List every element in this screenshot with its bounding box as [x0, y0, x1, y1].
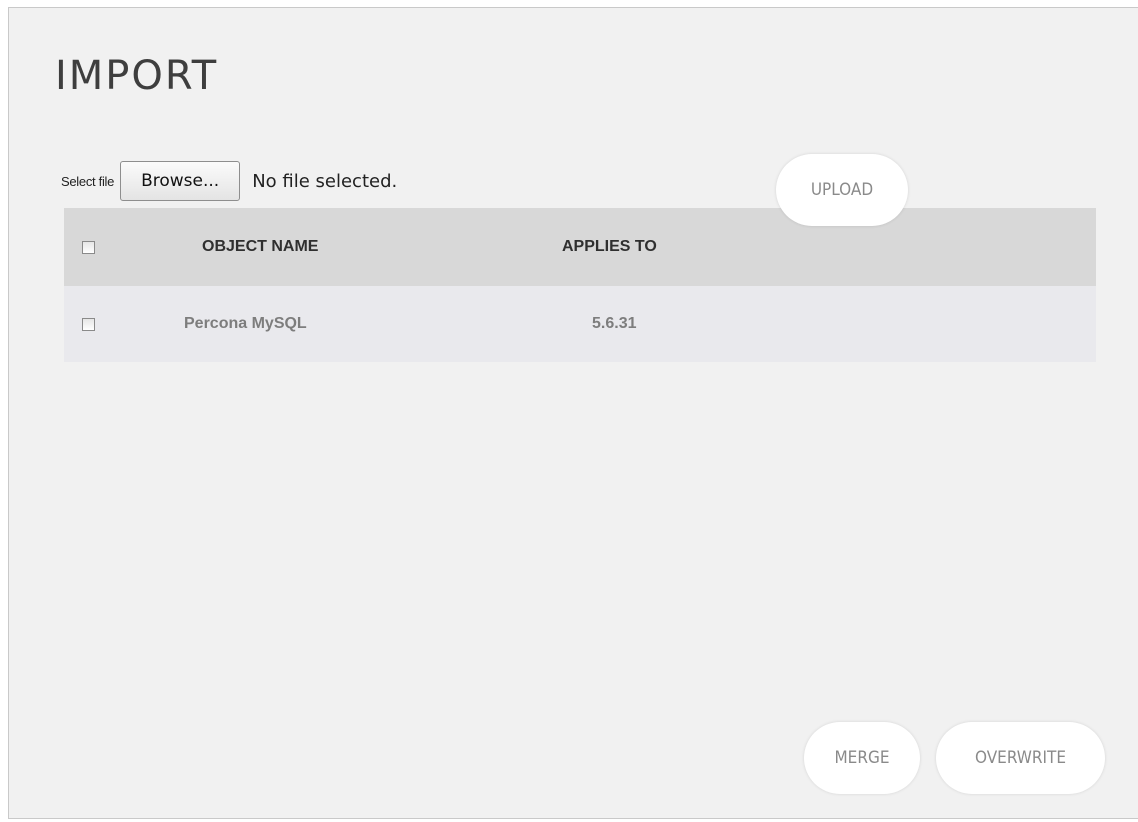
merge-button[interactable]: MERGE [804, 722, 920, 794]
applies-to-cell: 5.6.31 [592, 315, 637, 332]
page-title: IMPORT [55, 53, 219, 99]
select-file-label: Select file [61, 173, 115, 189]
header-checkbox-cell [82, 208, 102, 286]
table-row: Percona MySQL 5.6.31 [64, 286, 1096, 362]
upload-button[interactable]: UPLOAD [776, 154, 908, 226]
overwrite-button[interactable]: OVERWRITE [936, 722, 1105, 794]
select-all-checkbox[interactable] [82, 240, 95, 254]
row-checkbox-cell [82, 286, 102, 362]
browse-button[interactable]: Browse... [120, 161, 241, 201]
column-header-object-name: OBJECT NAME [202, 238, 319, 255]
table-header: OBJECT NAME APPLIES TO [64, 208, 1096, 286]
import-objects-table: OBJECT NAME APPLIES TO Percona MySQL 5.6… [64, 208, 1096, 362]
row-checkbox[interactable] [82, 317, 95, 331]
object-name-cell: Percona MySQL [184, 315, 307, 332]
import-panel: IMPORT Select file Browse... No file sel… [8, 7, 1138, 819]
file-select-row: Select file Browse... No file selected. [61, 161, 397, 201]
file-status-text: No file selected. [252, 170, 398, 192]
column-header-applies-to: APPLIES TO [562, 238, 657, 255]
